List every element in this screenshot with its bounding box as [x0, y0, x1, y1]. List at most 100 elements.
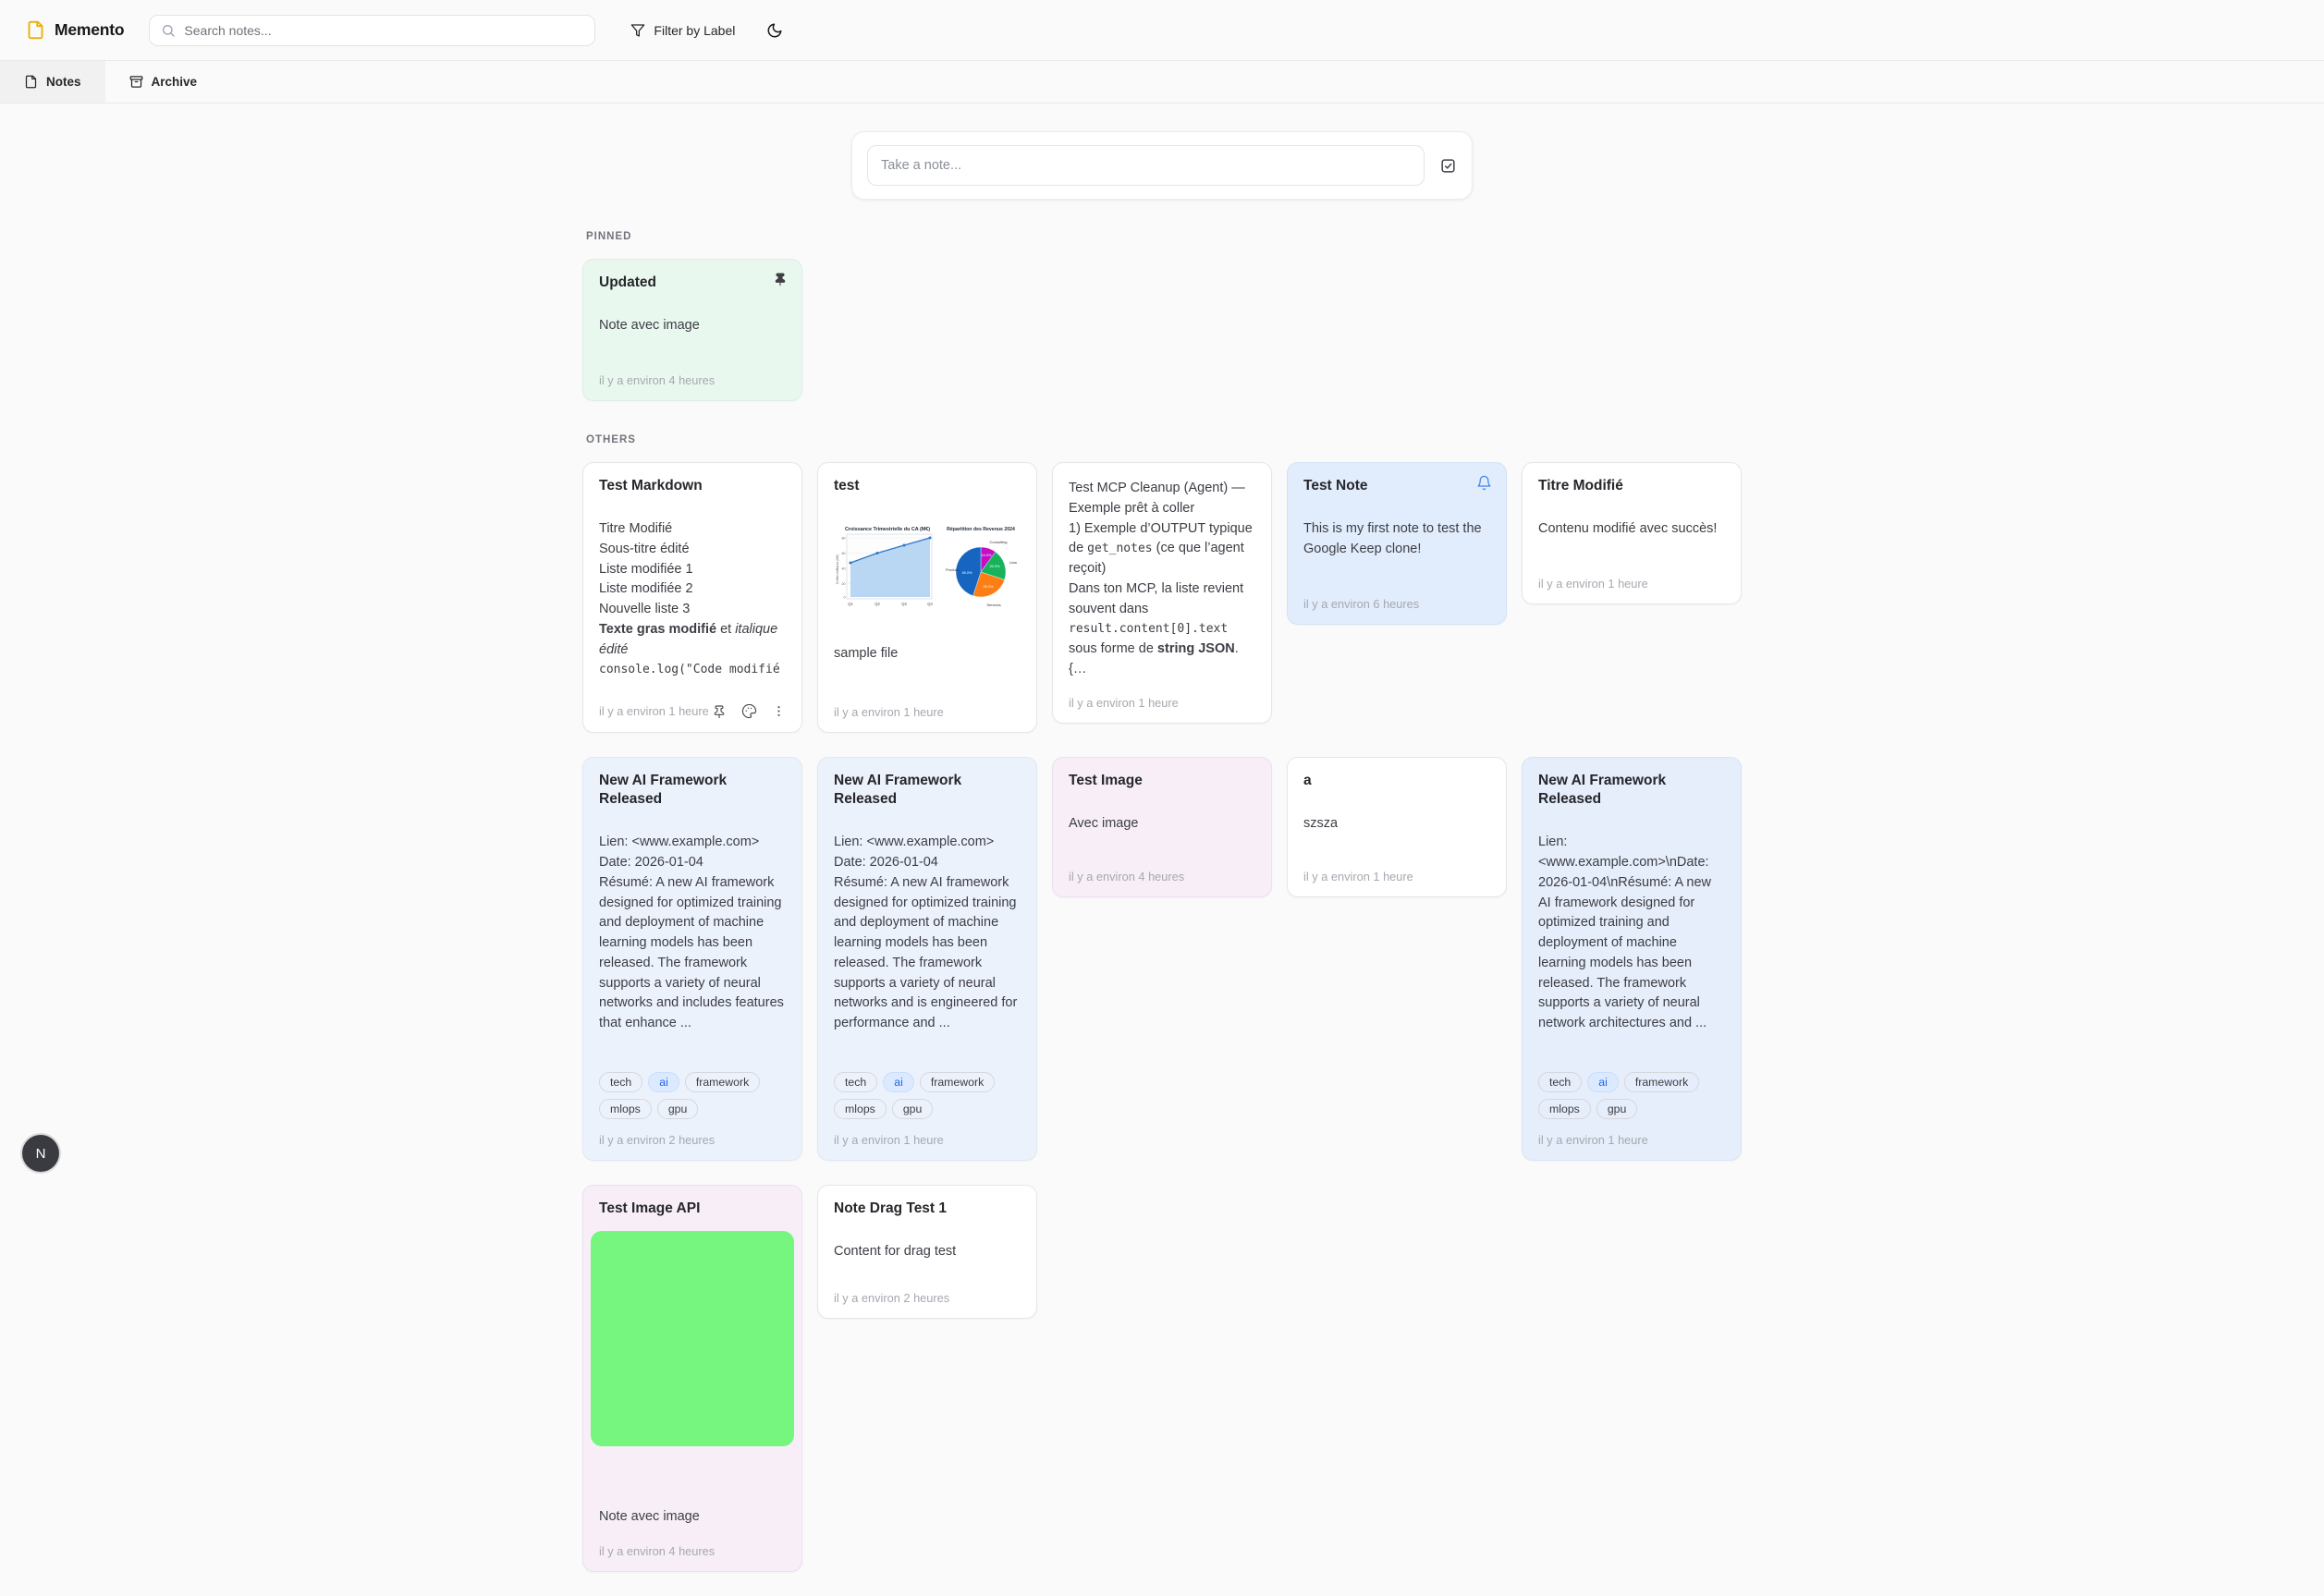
tag-pill-tech: tech [599, 1072, 642, 1092]
svg-text:Q3: Q3 [901, 602, 907, 606]
svg-text:25.0%: 25.0% [983, 584, 994, 589]
note-tags: techaiframeworkmlopsgpu [1538, 1072, 1725, 1119]
tag-pill-gpu: gpu [892, 1099, 934, 1119]
tag-pill-mlops: mlops [834, 1099, 887, 1119]
palette-icon [741, 703, 757, 719]
note-card-test-note[interactable]: Test Note This is my first note to test … [1287, 462, 1507, 625]
tab-archive-label: Archive [152, 75, 198, 89]
note-body: Avec image [1069, 814, 1255, 835]
user-avatar-initial: N [36, 1146, 46, 1162]
note-title: Test Markdown [599, 477, 786, 495]
search-icon [161, 23, 176, 38]
take-a-note-input[interactable] [867, 145, 1425, 186]
note-timestamp: il y a environ 1 heure [834, 705, 1021, 719]
tag-pill-mlops: mlops [1538, 1099, 1591, 1119]
tag-pill-framework: framework [685, 1072, 760, 1092]
dark-mode-toggle[interactable] [766, 22, 783, 39]
note-card-test-image[interactable]: Test Image Avec image il y a environ 4 h… [1052, 757, 1272, 897]
notes-grid: Test Markdown Titre ModifiéSous-titre éd… [582, 462, 1742, 1572]
note-actions [712, 703, 786, 719]
note-card-new-ai-framework-2[interactable]: New AI Framework Released Lien: <www.exa… [817, 757, 1037, 1161]
search-input[interactable] [184, 23, 583, 38]
tab-bar: Notes Archive [0, 60, 2324, 104]
pin-note-button[interactable] [712, 704, 727, 719]
pin-filled-icon[interactable] [773, 272, 788, 286]
svg-text:80: 80 [842, 537, 846, 541]
note-timestamp: il y a environ 4 heures [599, 1544, 786, 1558]
svg-text:Produits: Produits [946, 567, 960, 572]
pin-outline-icon [712, 704, 727, 719]
kebab-menu-icon [772, 704, 786, 718]
user-avatar[interactable]: N [22, 1135, 59, 1172]
moon-icon [766, 22, 783, 39]
svg-text:0: 0 [844, 596, 846, 600]
svg-text:40: 40 [842, 567, 846, 571]
note-timestamp: il y a environ 1 heure [1538, 1133, 1725, 1147]
color-palette-button[interactable] [741, 703, 757, 719]
note-timestamp: il y a environ 1 heure [599, 704, 710, 718]
note-title: New AI Framework Released [1538, 772, 1725, 809]
note-title: Test Image API [599, 1200, 786, 1218]
note-timestamp: il y a environ 4 heures [1069, 870, 1255, 883]
svg-text:Q1: Q1 [848, 602, 853, 606]
note-body: Titre ModifiéSous-titre éditéListe modif… [599, 519, 786, 680]
note-title: Test Image [1069, 772, 1255, 790]
note-card-new-ai-framework-1[interactable]: New AI Framework Released Lien: <www.exa… [582, 757, 802, 1161]
notes-main: PINNED Updated Note avec image il y a en… [0, 131, 2324, 1572]
svg-text:20: 20 [842, 582, 846, 586]
pinned-section-label: PINNED [582, 231, 1742, 242]
svg-text:Consulting: Consulting [990, 540, 1008, 544]
note-title: a [1303, 772, 1490, 790]
tab-archive[interactable]: Archive [105, 61, 222, 103]
svg-text:Q4: Q4 [927, 602, 933, 606]
note-composer[interactable] [851, 131, 1473, 200]
svg-text:Licences: Licences [1009, 560, 1017, 565]
note-body: Contenu modifié avec succès! [1538, 519, 1725, 540]
note-timestamp: il y a environ 1 heure [1303, 870, 1490, 883]
tag-pill-gpu: gpu [1596, 1099, 1638, 1119]
note-title: Updated [599, 274, 786, 292]
note-body: sample file [834, 644, 1021, 664]
svg-text:20.0%: 20.0% [989, 564, 1000, 568]
tag-pill-ai: ai [648, 1072, 679, 1092]
tag-pill-ai: ai [883, 1072, 914, 1092]
note-timestamp: il y a environ 1 heure [1069, 696, 1255, 710]
tag-pill-framework: framework [1624, 1072, 1699, 1092]
note-timestamp: il y a environ 1 heure [834, 1133, 1021, 1147]
filter-by-label-button[interactable]: Filter by Label [630, 23, 735, 38]
note-title: Test Note [1303, 477, 1490, 495]
svg-text:Répartition des Revenus 2024: Répartition des Revenus 2024 [947, 527, 1015, 532]
tag-pill-gpu: gpu [657, 1099, 699, 1119]
tag-pill-mlops: mlops [599, 1099, 652, 1119]
note-card-test-markdown[interactable]: Test Markdown Titre ModifiéSous-titre éd… [582, 462, 802, 733]
note-card-note-drag-test-1[interactable]: Note Drag Test 1 Content for drag test i… [817, 1185, 1037, 1319]
svg-text:10.0%: 10.0% [981, 553, 992, 557]
tab-notes[interactable]: Notes [0, 61, 105, 103]
note-card-new-ai-framework-3[interactable]: New AI Framework Released Lien: <www.exa… [1522, 757, 1742, 1161]
app-title: Memento [55, 20, 124, 40]
note-body: Lien: <www.example.com>Date: 2026-01-04R… [599, 833, 786, 1034]
note-file-icon [24, 75, 38, 89]
more-options-button[interactable] [772, 704, 786, 718]
note-card-a[interactable]: a szsza il y a environ 1 heure [1287, 757, 1507, 897]
others-section-label: OTHERS [582, 434, 1742, 445]
note-card-titre-modifie[interactable]: Titre Modifié Contenu modifié avec succè… [1522, 462, 1742, 604]
new-checklist-button[interactable] [1439, 157, 1457, 175]
archive-box-icon [129, 75, 143, 89]
note-timestamp: il y a environ 6 heures [1303, 597, 1490, 611]
note-card-test-image-api[interactable]: Test Image API Note avec image il y a en… [582, 1185, 802, 1572]
note-title: New AI Framework Released [599, 772, 786, 809]
funnel-icon [630, 23, 645, 38]
note-card-updated[interactable]: Updated Note avec image il y a environ 4… [582, 259, 802, 401]
note-attachments: Croissance Trimestrielle du CA (M€) [834, 523, 1021, 613]
note-tags: techai framework mlopsgpu [599, 1072, 786, 1119]
note-card-test[interactable]: test Croissance Trimestrielle du CA (M€) [817, 462, 1037, 733]
svg-text:Chiffre d'affaires (M€): Chiffre d'affaires (M€) [836, 554, 839, 584]
note-card-test-mcp-cleanup[interactable]: Test MCP Cleanup (Agent) — Exemple prêt … [1052, 462, 1272, 724]
note-timestamp: il y a environ 4 heures [599, 373, 786, 387]
checkbox-icon [1439, 157, 1457, 175]
search-box[interactable] [149, 15, 595, 46]
svg-text:Services: Services [986, 603, 1000, 607]
reminder-bell-icon [1476, 475, 1492, 491]
note-tags: techaiframeworkmlopsgpu [834, 1072, 1021, 1119]
